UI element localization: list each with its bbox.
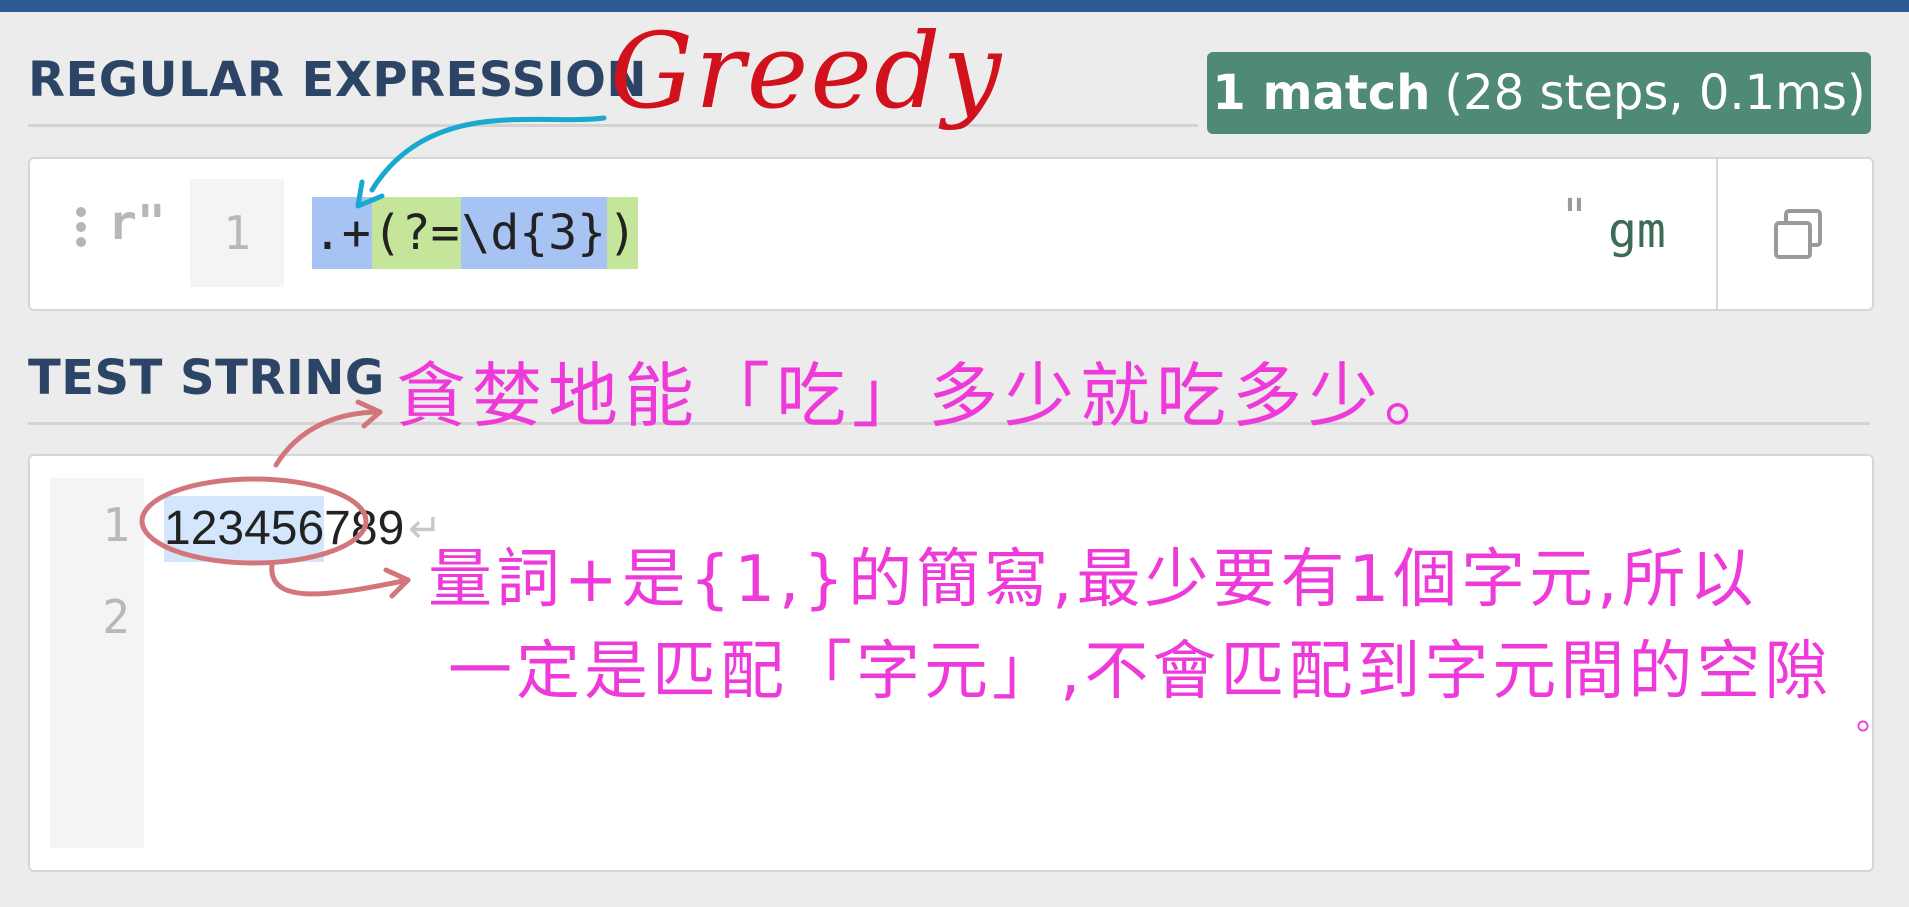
regex-flags[interactable]: gm [1608,203,1666,259]
regex-section-title: REGULAR EXPRESSION [28,52,648,108]
annotation-note-greedy: 貪婪地能「吃」多少就吃多少。 [396,355,1460,437]
test-line-1[interactable]: 123456 789 ↵ [164,496,442,562]
test-line-gutter: 1 2 [50,478,144,848]
test-line-number-1: 1 [102,498,130,552]
match-details: (28 steps, 0.1ms) [1444,65,1866,121]
regex-token-lookahead-open: (?= [371,197,461,269]
test-section-divider [28,422,1870,425]
newline-icon: ↵ [408,507,442,551]
regex-editor[interactable]: r" 1 .+ (?= \d{3} ) " gm [28,157,1874,311]
regex-input[interactable]: .+ (?= \d{3} ) [312,197,638,269]
top-accent-bar [0,0,1909,12]
drag-handle-icon[interactable] [76,207,86,252]
match-status-badge: 1 match (28 steps, 0.1ms) [1207,52,1871,134]
regex-token-quantifier: .+ [312,197,372,269]
test-line-number-2: 2 [102,590,130,644]
regex-close-delimiter: " [1560,189,1589,245]
unmatched-text: 789 [324,502,405,555]
regex-line-number: 1 [190,179,284,287]
match-highlight: 123456 [164,496,325,562]
regex-open-delimiter: r" [108,195,166,251]
annotation-greedy: Greedy [610,10,1004,132]
copy-icon[interactable] [1772,207,1828,263]
test-section-title: TEST STRING [28,350,385,406]
regex-token-digits: \d{3} [460,197,607,269]
match-count: 1 match [1212,65,1431,121]
regex-token-lookahead-close: ) [607,197,638,269]
test-string-editor[interactable]: 1 2 123456 789 ↵ [28,454,1874,872]
copy-divider [1716,159,1718,309]
regex-section-divider [28,124,1198,127]
